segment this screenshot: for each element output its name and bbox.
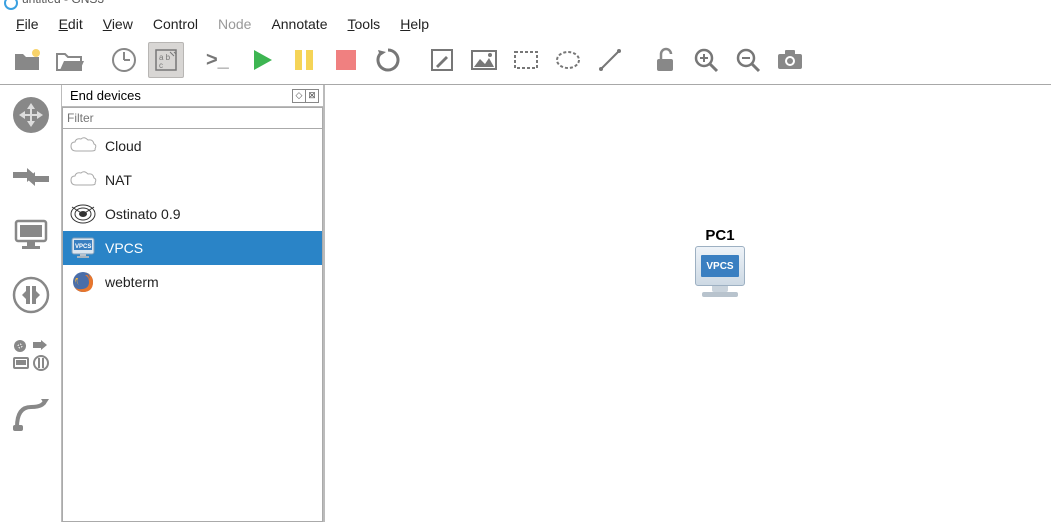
new-project-icon [13, 48, 43, 72]
cloud-icon [69, 169, 97, 191]
canvas-node-pc1[interactable]: PC1 VPCS [695, 227, 745, 297]
device-label: NAT [105, 172, 132, 188]
note-icon [430, 48, 454, 72]
menu-annotate[interactable]: Annotate [261, 14, 337, 34]
panel-header: End devices ◇ ⊠ [62, 85, 323, 107]
open-project-icon [55, 48, 85, 72]
snapshot-button[interactable] [106, 42, 142, 78]
device-label: Ostinato 0.9 [105, 206, 181, 222]
window-title: untitled - GNS3 [22, 0, 104, 6]
menu-file[interactable]: File [6, 14, 49, 34]
image-button[interactable] [466, 42, 502, 78]
security-category-button[interactable] [9, 273, 53, 317]
all-devices-category-button[interactable] [9, 333, 53, 377]
node-label: PC1 [695, 227, 745, 244]
panel-close-button[interactable]: ⊠ [305, 89, 319, 103]
link-icon [11, 397, 51, 433]
pause-icon [292, 48, 316, 72]
console-button[interactable]: >_ [202, 42, 238, 78]
line-icon [598, 48, 622, 72]
panel-detach-button[interactable]: ◇ [292, 89, 306, 103]
ellipse-button[interactable] [550, 42, 586, 78]
open-project-button[interactable] [52, 42, 88, 78]
stop-button[interactable] [328, 42, 364, 78]
firefox-icon [69, 271, 97, 293]
image-icon [471, 50, 497, 70]
svg-text:c: c [159, 61, 163, 70]
line-button[interactable] [592, 42, 628, 78]
all-devices-icon [11, 338, 51, 372]
zoom-out-button[interactable] [730, 42, 766, 78]
rectangle-button[interactable] [508, 42, 544, 78]
zoom-in-button[interactable] [688, 42, 724, 78]
screenshot-button[interactable] [772, 42, 808, 78]
reload-button[interactable] [370, 42, 406, 78]
switches-icon [11, 160, 51, 190]
menu-edit[interactable]: Edit [49, 14, 93, 34]
menu-tools[interactable]: Tools [338, 14, 391, 34]
app-icon [4, 0, 18, 10]
device-item-cloud[interactable]: Cloud [63, 129, 322, 163]
switches-category-button[interactable] [9, 153, 53, 197]
end-devices-category-button[interactable] [9, 213, 53, 257]
new-project-button[interactable] [10, 42, 46, 78]
toolbar: a bc >_ [0, 38, 1051, 85]
device-label: VPCS [105, 240, 143, 256]
zoom-out-icon [735, 47, 761, 73]
main-area: End devices ◇ ⊠ Cloud NAT [0, 85, 1051, 522]
ostinato-icon [69, 203, 97, 225]
device-category-dock [0, 85, 62, 522]
ellipse-icon [555, 50, 581, 70]
menu-node: Node [208, 14, 261, 34]
show-names-icon: a bc [154, 48, 178, 72]
add-link-button[interactable] [9, 393, 53, 437]
device-item-ostinato[interactable]: Ostinato 0.9 [63, 197, 322, 231]
svg-text:VPCS: VPCS [75, 244, 91, 250]
filter-input[interactable] [62, 107, 323, 129]
console-icon: >_ [206, 50, 234, 70]
device-list[interactable]: Cloud NAT Ostinato 0.9 VPCS VPCS [62, 129, 323, 522]
device-label: Cloud [105, 138, 142, 154]
device-label: webterm [105, 274, 159, 290]
device-item-vpcs[interactable]: VPCS VPCS [63, 231, 322, 265]
note-button[interactable] [424, 42, 460, 78]
snapshot-icon [111, 47, 137, 73]
zoom-in-icon [693, 47, 719, 73]
unlock-icon [652, 47, 676, 73]
rectangle-icon [513, 50, 539, 70]
vpcs-node-icon: VPCS [695, 246, 745, 286]
routers-icon [11, 95, 51, 135]
node-badge: VPCS [701, 255, 739, 277]
device-item-webterm[interactable]: webterm [63, 265, 322, 299]
svg-text:>_: >_ [206, 50, 230, 70]
show-names-button[interactable]: a bc [148, 42, 184, 78]
panel-title: End devices [70, 88, 141, 103]
stop-icon [334, 48, 358, 72]
play-icon [250, 48, 274, 72]
routers-category-button[interactable] [9, 93, 53, 137]
security-icon [12, 276, 50, 314]
device-item-nat[interactable]: NAT [63, 163, 322, 197]
topology-canvas[interactable]: PC1 VPCS [324, 85, 1051, 522]
camera-icon [776, 49, 804, 71]
start-button[interactable] [244, 42, 280, 78]
end-devices-icon [12, 219, 50, 251]
title-bar: untitled - GNS3 [0, 0, 1051, 12]
menu-bar: File Edit View Control Node Annotate Too… [0, 12, 1051, 38]
menu-control[interactable]: Control [143, 14, 208, 34]
pause-button[interactable] [286, 42, 322, 78]
reload-icon [375, 47, 401, 73]
menu-view[interactable]: View [93, 14, 143, 34]
menu-help[interactable]: Help [390, 14, 439, 34]
end-devices-panel: End devices ◇ ⊠ Cloud NAT [62, 85, 324, 522]
vpcs-icon: VPCS [69, 237, 97, 259]
lock-button[interactable] [646, 42, 682, 78]
cloud-icon [69, 135, 97, 157]
